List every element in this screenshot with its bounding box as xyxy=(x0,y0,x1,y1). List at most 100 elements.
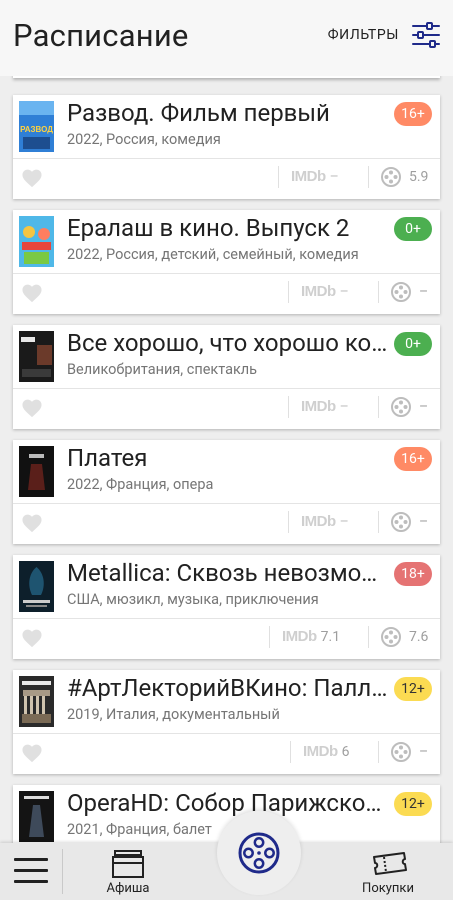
heart-icon[interactable] xyxy=(21,168,43,188)
movie-poster xyxy=(19,331,54,382)
rating-value: 7.6 xyxy=(409,629,429,645)
movie-title: Развод. Фильм первый xyxy=(67,99,330,127)
imdb-rating: IMDb 7.1 xyxy=(282,628,340,645)
nav-afisha[interactable]: Афиша xyxy=(100,849,156,896)
movie-title: Metallica: Сквозь невозможное xyxy=(67,559,389,587)
heart-icon[interactable] xyxy=(21,743,43,763)
age-badge: 16+ xyxy=(394,447,432,471)
imdb-value: 6 xyxy=(341,743,350,760)
separator xyxy=(378,281,379,303)
nav-purchases[interactable]: Покупки xyxy=(356,849,420,896)
movie-poster xyxy=(19,216,54,267)
sliders-icon xyxy=(412,22,440,48)
kinopoisk-rating: 7.6 xyxy=(381,627,428,647)
filters-button[interactable]: ФИЛЬТРЫ xyxy=(328,22,441,48)
hamburger-menu-icon[interactable] xyxy=(14,858,48,886)
movie-meta: Великобритания, спектакль xyxy=(67,361,258,378)
imdb-value: 7.1 xyxy=(320,628,341,645)
movie-poster xyxy=(19,676,54,727)
kinopoisk-rating: 5.9 xyxy=(381,167,428,187)
movie-meta: 2022, Франция, опера xyxy=(67,476,214,493)
movie-card[interactable]: Metallica: Сквозь невозможное США, мюзик… xyxy=(13,555,440,659)
heart-icon[interactable] xyxy=(21,398,43,418)
movie-card[interactable]: РАЗВОД Развод. Фильм первый 2022, Россия… xyxy=(13,95,440,199)
separator xyxy=(290,741,291,763)
movie-meta: 2019, Италия, документальный xyxy=(67,706,280,723)
imdb-logo: IMDb xyxy=(301,513,336,530)
kinopoisk-rating: – xyxy=(391,282,428,302)
nav-afisha-label: Афиша xyxy=(106,881,150,896)
separator xyxy=(288,396,289,418)
filters-label: ФИЛЬТРЫ xyxy=(327,27,399,43)
film-reel-icon xyxy=(391,742,411,762)
movie-card[interactable]: Все хорошо, что хорошо кончается Великоб… xyxy=(13,325,440,429)
heart-icon[interactable] xyxy=(21,513,43,533)
rating-value: 5.9 xyxy=(409,169,429,185)
movie-poster xyxy=(19,561,54,612)
imdb-logo: IMDb xyxy=(291,168,326,185)
separator xyxy=(269,626,270,648)
age-badge: 0+ xyxy=(394,332,432,356)
svg-text:РАЗВОД: РАЗВОД xyxy=(20,125,53,134)
heart-icon[interactable] xyxy=(21,283,43,303)
imdb-rating: IMDb – xyxy=(301,283,349,300)
age-badge: 16+ xyxy=(394,102,432,126)
rating-value: – xyxy=(419,514,429,530)
film-reel-icon xyxy=(381,167,401,187)
separator xyxy=(378,396,379,418)
heart-icon[interactable] xyxy=(21,628,43,648)
movie-title: Ералаш в кино. Выпуск 2 xyxy=(67,214,350,242)
imdb-rating: IMDb – xyxy=(301,398,349,415)
card-divider xyxy=(13,273,440,274)
separator xyxy=(378,511,379,533)
imdb-rating: IMDb 6 xyxy=(303,743,350,760)
movie-card[interactable]: Ералаш в кино. Выпуск 2 2022, Россия, де… xyxy=(13,210,440,314)
movie-poster: РАЗВОД xyxy=(19,101,54,152)
movie-meta: 2022, Россия, комедия xyxy=(67,131,221,148)
page-title: Расписание xyxy=(13,16,189,54)
rating-value: – xyxy=(419,744,429,760)
rating-value: – xyxy=(419,284,429,300)
age-badge: 0+ xyxy=(394,217,432,241)
card-divider xyxy=(13,503,440,504)
age-badge: 12+ xyxy=(394,792,432,816)
schedule-fab[interactable] xyxy=(217,811,301,895)
age-badge: 12+ xyxy=(394,677,432,701)
imdb-value: – xyxy=(339,513,349,530)
archive-box-icon xyxy=(112,850,144,878)
film-reel-icon xyxy=(381,627,401,647)
imdb-logo: IMDb xyxy=(301,398,336,415)
movie-title: OperaHD: Собор Парижской Богоматери xyxy=(67,789,389,817)
nav-purchases-label: Покупки xyxy=(362,881,414,896)
rating-value: – xyxy=(419,399,429,415)
card-divider xyxy=(13,733,440,734)
movie-title: #АртЛекторийВКино: Палладио xyxy=(67,674,389,702)
kinopoisk-rating: – xyxy=(391,397,428,417)
separator xyxy=(368,626,369,648)
movie-poster xyxy=(19,791,54,842)
imdb-rating: IMDb – xyxy=(291,168,339,185)
movie-title: Платея xyxy=(67,444,148,472)
separator xyxy=(368,166,369,188)
film-reel-icon xyxy=(391,512,411,532)
movie-poster xyxy=(19,446,54,497)
imdb-rating: IMDb – xyxy=(301,513,349,530)
movie-meta: 2022, Россия, детский, семейный, комедия xyxy=(67,246,359,263)
tickets-icon xyxy=(373,852,407,875)
age-badge: 18+ xyxy=(394,562,432,586)
movie-meta: США, мюзикл, музыка, приключения xyxy=(67,591,319,608)
card-divider xyxy=(13,618,440,619)
nav-separator xyxy=(62,849,63,894)
separator xyxy=(278,166,279,188)
movie-card[interactable]: Платея 2022, Франция, опера 16+ IMDb – – xyxy=(13,440,440,544)
imdb-logo: IMDb xyxy=(301,283,336,300)
separator xyxy=(288,281,289,303)
imdb-logo: IMDb xyxy=(282,628,317,645)
imdb-value: – xyxy=(339,398,349,415)
card-divider xyxy=(13,388,440,389)
film-reel-icon xyxy=(391,397,411,417)
movie-card[interactable]: #АртЛекторийВКино: Палладио 2019, Италия… xyxy=(13,670,440,774)
kinopoisk-rating: – xyxy=(391,512,428,532)
separator xyxy=(288,511,289,533)
card-divider xyxy=(13,158,440,159)
